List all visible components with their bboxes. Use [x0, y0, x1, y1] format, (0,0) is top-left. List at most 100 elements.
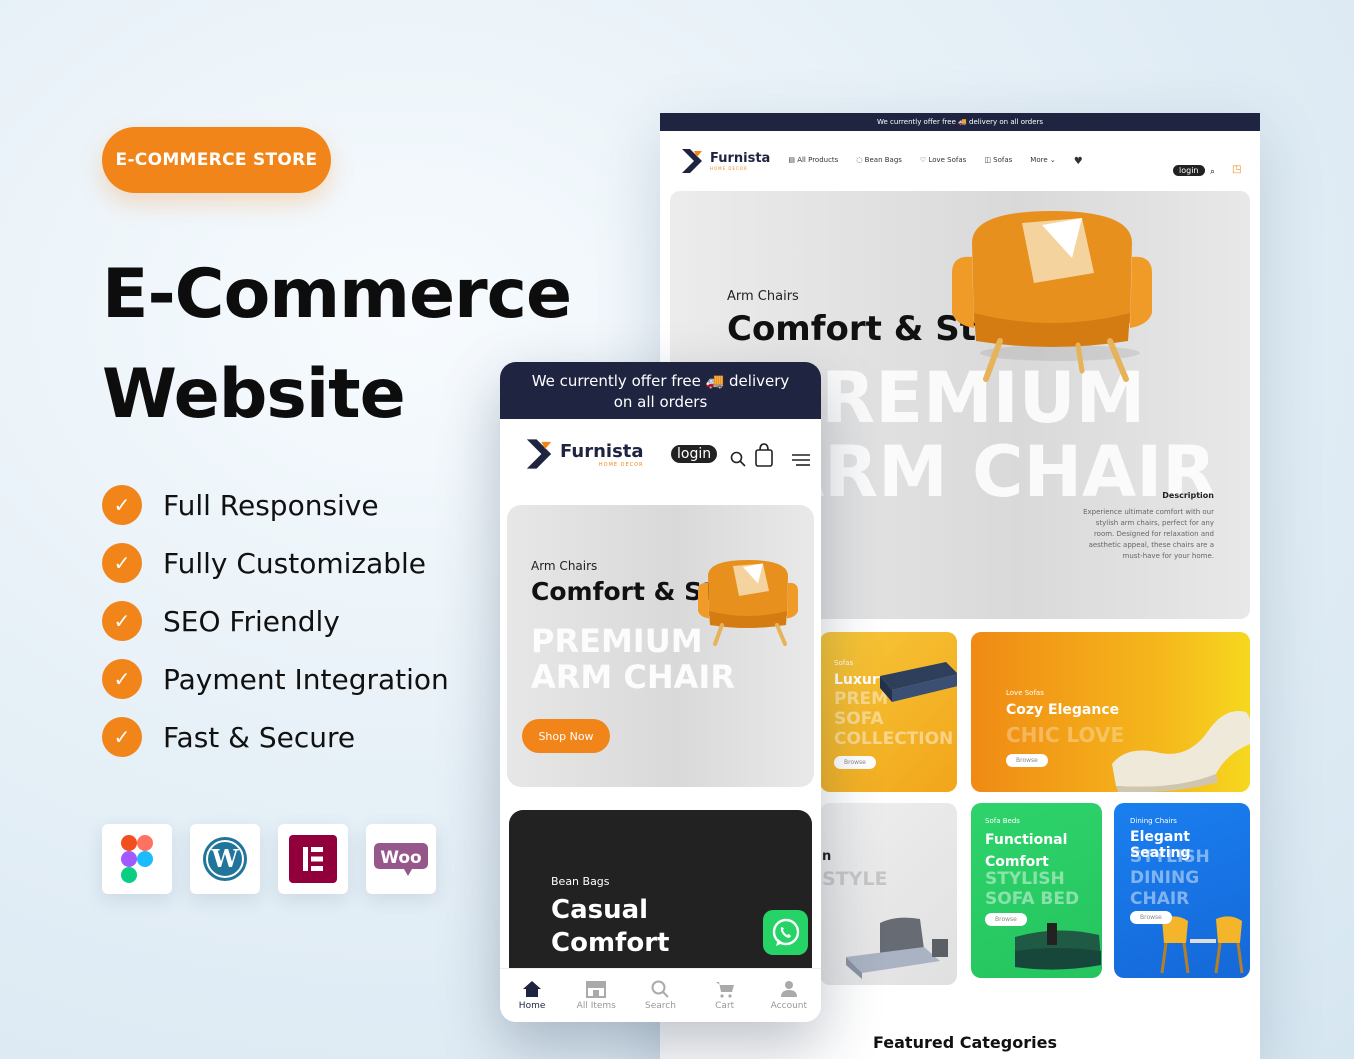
banner-category: Bean Bags: [551, 875, 610, 888]
nav-label: Sofas: [993, 155, 1013, 164]
nav-sofas[interactable]: ◫ Sofas: [984, 156, 1012, 167]
check-icon: ✓: [102, 543, 142, 583]
hero-title: Comfort & St: [727, 309, 976, 349]
description-text: Experience ultimate comfort with our sty…: [1083, 508, 1214, 560]
hero-category: Arm Chairs: [727, 289, 799, 304]
feature-label: Full Responsive: [163, 488, 379, 522]
hero-category: Arm Chairs: [531, 559, 598, 573]
tab-label: All Items: [576, 1001, 616, 1011]
description-heading: Description: [1162, 491, 1214, 500]
wishlist-icon[interactable]: ♥: [1074, 156, 1083, 167]
menu-icon[interactable]: [792, 453, 810, 467]
card-watermark: STYLISH DINING CHAIR: [1130, 847, 1210, 910]
browse-button[interactable]: Browse: [985, 913, 1027, 926]
store-icon: [586, 981, 607, 998]
category-card-sofas[interactable]: Sofas Luxury PREM SOFA COLLECTION Browse: [820, 632, 957, 792]
mobile-navbar: Furnista HOME DECOR login: [500, 419, 821, 489]
browse-button[interactable]: Browse: [1130, 911, 1172, 924]
user-icon: [780, 981, 797, 997]
category-badge: E-COMMERCE STORE: [102, 127, 331, 193]
feature-item: ✓ SEO Friendly: [102, 592, 449, 650]
ghost-line: STYLISH: [1130, 847, 1210, 867]
nav-label: Love Sofas: [928, 155, 967, 164]
tab-cart[interactable]: Cart: [695, 980, 755, 1011]
feature-label: Fast & Secure: [163, 720, 356, 754]
nav-love-sofas[interactable]: ♡ Love Sofas: [920, 156, 966, 167]
feature-label: Fully Customizable: [163, 546, 427, 580]
hero-title: Comfort & St: [531, 577, 715, 606]
card-title: Functional Comfort: [985, 829, 1067, 873]
feature-list: ✓ Full Responsive ✓ Fully Customizable ✓ SE…: [102, 476, 449, 766]
bed-image: [846, 917, 948, 979]
desktop-navbar: Furnista HOME DECOR ▤ All Products ◌ Bea…: [660, 131, 1260, 191]
headline-line-1: E-Commerce: [102, 255, 572, 334]
tab-label: Cart: [715, 1001, 735, 1011]
desktop-menu: ▤ All Products ◌ Bean Bags ♡ Love Sofas …: [788, 156, 1082, 167]
featured-categories-heading: Featured Categories: [873, 1033, 1057, 1052]
tab-label: Search: [645, 1001, 676, 1011]
logo-subtext: HOME DECOR: [598, 461, 644, 468]
nav-bean-bags[interactable]: ◌ Bean Bags: [856, 156, 902, 167]
bean-bags-banner: Bean Bags Casual Comfort: [509, 810, 812, 980]
whatsapp-icon[interactable]: [763, 910, 808, 955]
feature-label: SEO Friendly: [163, 604, 340, 638]
browse-button[interactable]: Browse: [834, 756, 876, 769]
home-icon: [523, 981, 542, 997]
search-icon: [651, 980, 670, 998]
search-icon[interactable]: [730, 451, 746, 467]
card-watermark: STYLISH SOFA BED: [985, 869, 1079, 909]
tab-search[interactable]: Search: [630, 980, 690, 1011]
logo[interactable]: Furnista HOME DECOR: [680, 147, 770, 175]
logo-subtext: HOME DECOR: [710, 166, 748, 171]
hero-big-line2: ARM CHAIR: [531, 658, 735, 696]
wordpress-icon: W: [190, 824, 260, 894]
card-category: Love Sofas: [1006, 689, 1044, 697]
feature-item: ✓ Fast & Secure: [102, 708, 449, 766]
check-icon: ✓: [102, 659, 142, 699]
category-card-sofa-beds[interactable]: Sofa Beds Functional Comfort STYLISH SOF…: [971, 803, 1102, 978]
search-icon[interactable]: ⌕: [1210, 167, 1215, 177]
browse-button[interactable]: Browse: [1006, 754, 1048, 767]
login-button[interactable]: login: [671, 445, 718, 463]
woocommerce-icon: Woo: [366, 824, 436, 894]
login-button[interactable]: login: [1173, 165, 1205, 176]
shop-now-button[interactable]: Shop Now: [522, 719, 610, 753]
announcement-bar: We currently offer free 🚚 delivery on al…: [660, 113, 1260, 131]
ghost-line: STYLISH: [985, 869, 1065, 889]
category-card-love-sofas[interactable]: Love Sofas Cozy Elegance CHIC LOVE Brows…: [971, 632, 1250, 792]
tab-home[interactable]: Home: [502, 980, 562, 1011]
card-title: Cozy Elegance: [1006, 702, 1120, 718]
hero-watermark: PREMIUM ARM CHAIR: [770, 361, 1216, 509]
logo-text: Furnista: [560, 440, 644, 462]
nav-label: Bean Bags: [864, 155, 902, 164]
cart-icon: [715, 982, 734, 998]
logo-mark-icon: [526, 439, 552, 469]
check-icon: ✓: [102, 485, 142, 525]
tab-label: Home: [518, 1001, 546, 1011]
ghost-line: SOFA BED: [985, 889, 1080, 909]
elementor-icon: [278, 824, 348, 894]
nav-label: More: [1030, 155, 1048, 164]
svg-text:Woo: Woo: [380, 848, 422, 868]
cart-icon[interactable]: [754, 443, 774, 467]
nav-more[interactable]: More ⌄: [1030, 156, 1055, 167]
category-card-dining-chairs[interactable]: Dining Chairs Elegant Seating STYLISH DI…: [1114, 803, 1250, 978]
tab-account[interactable]: Account: [759, 980, 819, 1011]
logo-text: Furnista: [710, 151, 771, 166]
ghost-line: DINING: [1130, 868, 1200, 888]
logo[interactable]: Furnista HOME DECOR: [524, 437, 644, 471]
armchair-image: [698, 560, 798, 646]
figma-icon: [102, 824, 172, 894]
cart-icon[interactable]: ◳: [1232, 164, 1241, 175]
love-sofa-image: [1112, 711, 1250, 792]
bottom-tab-bar: Home All Items Search Cart Account: [500, 968, 821, 1022]
announcement-bar: We currently offer free 🚚 delivery on al…: [500, 362, 821, 419]
hero-big-line2: ARM CHAIR: [770, 431, 1217, 513]
card-category: Sofas: [834, 659, 854, 667]
tab-all-items[interactable]: All Items: [566, 980, 626, 1011]
nav-all-products[interactable]: ▤ All Products: [788, 156, 838, 167]
category-card-beds[interactable]: n STYLE: [820, 803, 957, 985]
feature-item: ✓ Fully Customizable: [102, 534, 449, 592]
check-icon: ✓: [102, 717, 142, 757]
banner-title-line: Comfort: [551, 928, 670, 958]
